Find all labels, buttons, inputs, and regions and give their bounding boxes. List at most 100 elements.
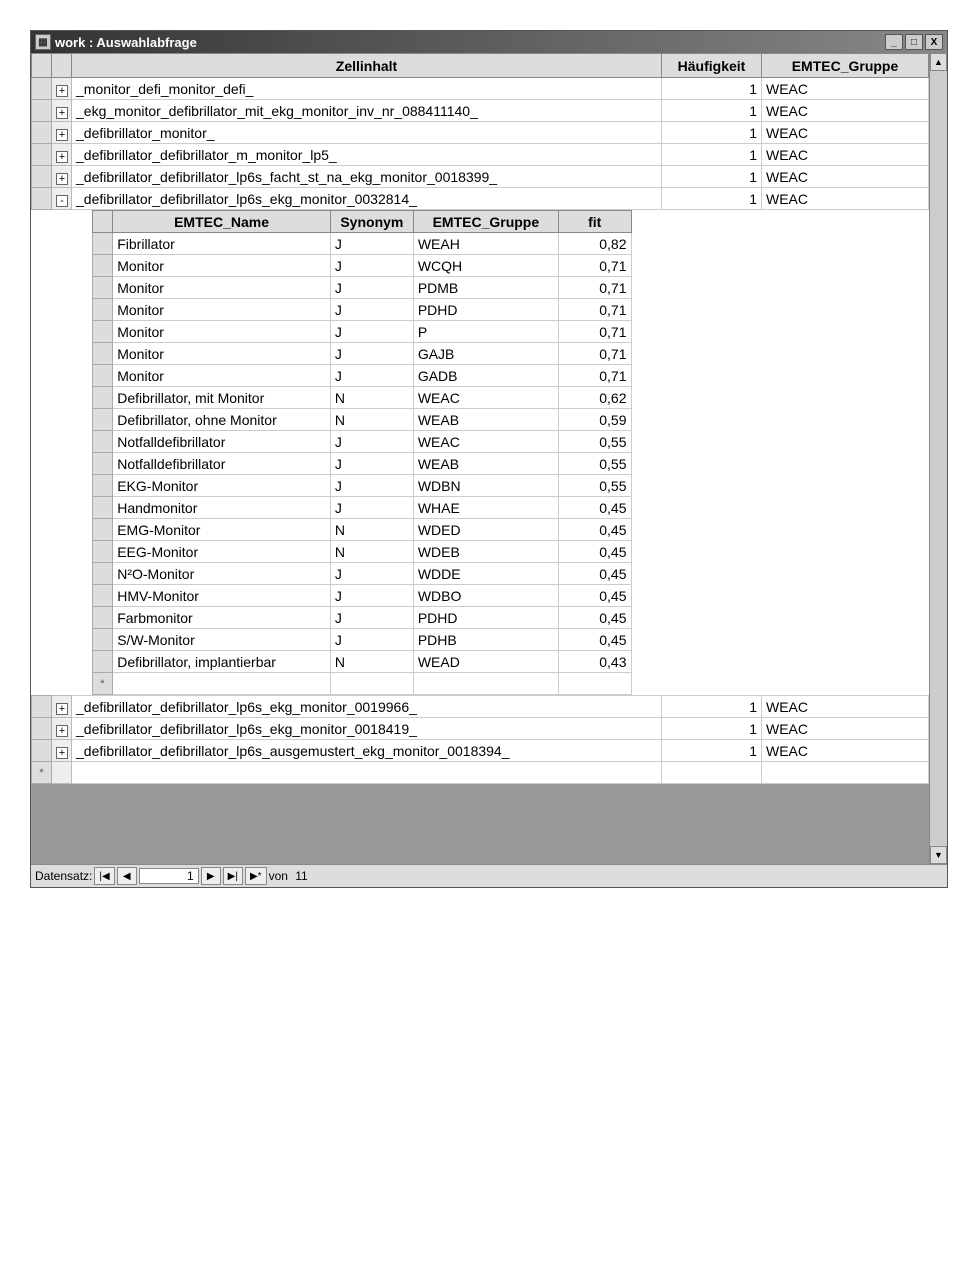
- sub-cell-gruppe[interactable]: WEAD: [413, 651, 558, 673]
- cell-zellinhalt[interactable]: _defibrillator_defibrillator_lp6s_ausgem…: [72, 740, 662, 762]
- expand-toggle[interactable]: +: [52, 144, 72, 166]
- cell-haeufigkeit[interactable]: 1: [662, 696, 762, 718]
- sub-cell-name[interactable]: Notfalldefibrillator: [113, 431, 331, 453]
- row-selector[interactable]: [32, 100, 52, 122]
- sub-cell-fit[interactable]: 0,55: [558, 431, 631, 453]
- sub-cell-name[interactable]: Monitor: [113, 365, 331, 387]
- cell-haeufigkeit[interactable]: 1: [662, 166, 762, 188]
- sub-cell-name[interactable]: Defibrillator, implantierbar: [113, 651, 331, 673]
- sub-cell-synonym[interactable]: J: [330, 277, 413, 299]
- cell-emtec-gruppe[interactable]: WEAC: [762, 188, 929, 210]
- sub-row-selector[interactable]: [92, 233, 113, 255]
- sub-cell-fit[interactable]: 0,82: [558, 233, 631, 255]
- table-row[interactable]: -_defibrillator_defibrillator_lp6s_ekg_m…: [32, 188, 929, 210]
- table-row[interactable]: +_defibrillator_defibrillator_lp6s_ekg_m…: [32, 718, 929, 740]
- sub-cell-synonym[interactable]: J: [330, 585, 413, 607]
- expand-toggle[interactable]: +: [52, 166, 72, 188]
- sub-cell-name[interactable]: Monitor: [113, 321, 331, 343]
- sub-cell-fit[interactable]: 0,71: [558, 365, 631, 387]
- sub-row-selector[interactable]: [92, 453, 113, 475]
- sub-cell-synonym[interactable]: J: [330, 299, 413, 321]
- sub-new-row-marker[interactable]: *: [92, 673, 113, 695]
- sub-cell-fit[interactable]: 0,45: [558, 497, 631, 519]
- cell-zellinhalt[interactable]: _ekg_monitor_defibrillator_mit_ekg_monit…: [72, 100, 662, 122]
- row-selector[interactable]: [32, 78, 52, 100]
- sub-row-selector[interactable]: [92, 255, 113, 277]
- sub-cell-gruppe[interactable]: WDEB: [413, 541, 558, 563]
- expand-toggle[interactable]: +: [52, 78, 72, 100]
- sub-cell-gruppe[interactable]: WCQH: [413, 255, 558, 277]
- sub-table-row[interactable]: EEG-MonitorNWDEB0,45: [92, 541, 631, 563]
- sub-cell-fit[interactable]: 0,71: [558, 299, 631, 321]
- sub-table-row[interactable]: NotfalldefibrillatorJWEAC0,55: [92, 431, 631, 453]
- sub-cell-name[interactable]: Handmonitor: [113, 497, 331, 519]
- sub-cell-name[interactable]: Monitor: [113, 277, 331, 299]
- cell-zellinhalt[interactable]: _defibrillator_defibrillator_lp6s_ekg_mo…: [72, 718, 662, 740]
- sub-cell-synonym[interactable]: J: [330, 431, 413, 453]
- cell-zellinhalt[interactable]: _defibrillator_monitor_: [72, 122, 662, 144]
- sub-col-header-name[interactable]: EMTEC_Name: [113, 211, 331, 233]
- titlebar[interactable]: ▦ work : Auswahlabfrage _ □ X: [31, 31, 947, 53]
- cell-zellinhalt[interactable]: _defibrillator_defibrillator_lp6s_facht_…: [72, 166, 662, 188]
- cell-haeufigkeit[interactable]: 1: [662, 718, 762, 740]
- sub-cell-gruppe[interactable]: WHAE: [413, 497, 558, 519]
- sub-cell-synonym[interactable]: N: [330, 519, 413, 541]
- sub-col-header-synonym[interactable]: Synonym: [330, 211, 413, 233]
- nav-new-button[interactable]: ▶*: [245, 867, 267, 885]
- sub-cell-synonym[interactable]: N: [330, 387, 413, 409]
- record-number-input[interactable]: [139, 868, 199, 884]
- sub-table-row[interactable]: Defibrillator, implantierbarNWEAD0,43: [92, 651, 631, 673]
- sub-col-header-fit[interactable]: fit: [558, 211, 631, 233]
- sub-cell-name[interactable]: Notfalldefibrillator: [113, 453, 331, 475]
- sub-cell-name[interactable]: Defibrillator, ohne Monitor: [113, 409, 331, 431]
- sub-cell-fit[interactable]: 0,55: [558, 453, 631, 475]
- sub-cell-synonym[interactable]: J: [330, 233, 413, 255]
- scroll-down-button[interactable]: ▼: [930, 846, 947, 864]
- sub-table-row[interactable]: MonitorJGAJB0,71: [92, 343, 631, 365]
- sub-row-selector[interactable]: [92, 607, 113, 629]
- sub-cell-gruppe[interactable]: PDHD: [413, 299, 558, 321]
- col-header-zellinhalt[interactable]: Zellinhalt: [72, 54, 662, 78]
- sub-col-header-emtec-gruppe[interactable]: EMTEC_Gruppe: [413, 211, 558, 233]
- sub-table-row[interactable]: HMV-MonitorJWDBO0,45: [92, 585, 631, 607]
- cell-haeufigkeit[interactable]: 1: [662, 78, 762, 100]
- sub-cell-name[interactable]: HMV-Monitor: [113, 585, 331, 607]
- sub-cell-name[interactable]: Farbmonitor: [113, 607, 331, 629]
- sub-table-row[interactable]: EMG-MonitorNWDED0,45: [92, 519, 631, 541]
- sub-cell-name[interactable]: S/W-Monitor: [113, 629, 331, 651]
- sub-cell-synonym[interactable]: J: [330, 321, 413, 343]
- sub-cell-gruppe[interactable]: WEAH: [413, 233, 558, 255]
- cell-emtec-gruppe[interactable]: WEAC: [762, 122, 929, 144]
- sub-cell-synonym[interactable]: J: [330, 607, 413, 629]
- row-selector[interactable]: [32, 696, 52, 718]
- sub-row-selector[interactable]: [92, 431, 113, 453]
- scroll-up-button[interactable]: ▲: [930, 53, 947, 71]
- table-row[interactable]: +_defibrillator_defibrillator_lp6s_ekg_m…: [32, 696, 929, 718]
- cell-emtec-gruppe[interactable]: WEAC: [762, 740, 929, 762]
- sub-cell-fit[interactable]: 0,45: [558, 585, 631, 607]
- sub-cell-name[interactable]: Monitor: [113, 299, 331, 321]
- sub-cell-gruppe[interactable]: WDBO: [413, 585, 558, 607]
- minimize-button[interactable]: _: [885, 34, 903, 50]
- sub-row-selector[interactable]: [92, 563, 113, 585]
- vertical-scrollbar[interactable]: ▲ ▼: [929, 53, 947, 864]
- sub-row-selector[interactable]: [92, 651, 113, 673]
- cell-haeufigkeit[interactable]: 1: [662, 740, 762, 762]
- sub-cell-gruppe[interactable]: WEAC: [413, 387, 558, 409]
- expand-toggle[interactable]: -: [52, 188, 72, 210]
- sub-table-row[interactable]: Defibrillator, ohne MonitorNWEAB0,59: [92, 409, 631, 431]
- nav-last-button[interactable]: ▶|: [223, 867, 243, 885]
- sub-cell-synonym[interactable]: J: [330, 365, 413, 387]
- nav-prev-button[interactable]: ◀: [117, 867, 137, 885]
- cell-emtec-gruppe[interactable]: WEAC: [762, 144, 929, 166]
- sub-new-row[interactable]: *: [92, 673, 631, 695]
- cell-haeufigkeit[interactable]: 1: [662, 100, 762, 122]
- sub-cell-fit[interactable]: 0,55: [558, 475, 631, 497]
- sub-cell-fit[interactable]: 0,45: [558, 519, 631, 541]
- row-selector[interactable]: [32, 740, 52, 762]
- sub-cell-fit[interactable]: 0,71: [558, 343, 631, 365]
- sub-cell-fit[interactable]: 0,59: [558, 409, 631, 431]
- sub-cell-name[interactable]: Defibrillator, mit Monitor: [113, 387, 331, 409]
- sub-cell-gruppe[interactable]: WEAC: [413, 431, 558, 453]
- sub-table-row[interactable]: FibrillatorJWEAH0,82: [92, 233, 631, 255]
